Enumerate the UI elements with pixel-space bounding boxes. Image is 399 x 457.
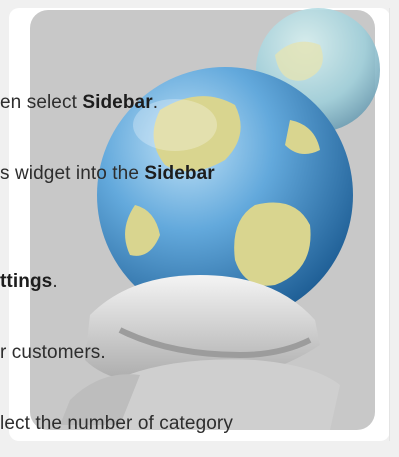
text-line-4: r customers. <box>0 342 106 363</box>
text-line-2: s widget into the Sidebar <box>0 163 215 184</box>
text-line-5: lect the number of category <box>0 413 233 434</box>
text-line-1: en select Sidebar. <box>0 92 159 113</box>
globe-on-stand-icon <box>0 0 399 452</box>
text-line-3: ttings. <box>0 271 58 292</box>
